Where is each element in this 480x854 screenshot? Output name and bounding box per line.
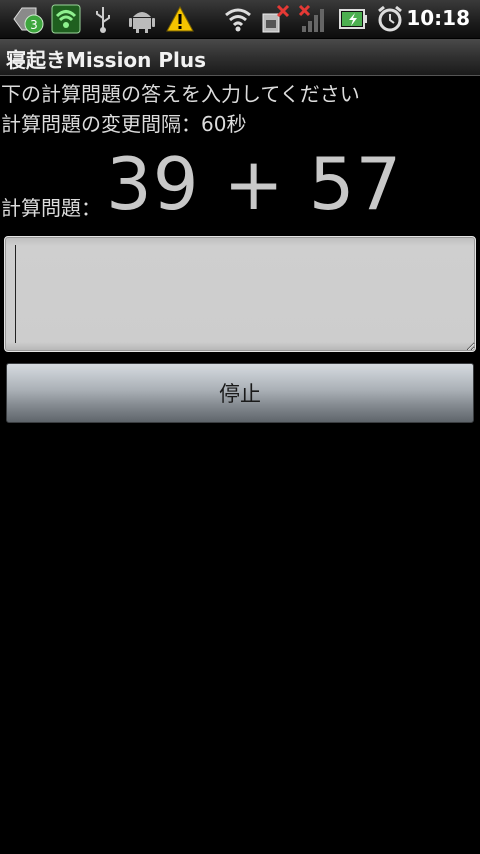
usb-icon[interactable]: [92, 4, 114, 34]
interval-text: 計算問題の変更間隔：60秒: [1, 112, 247, 136]
app-title: 寝起きMission Plus: [6, 48, 207, 72]
battery-charging-icon[interactable]: [338, 4, 368, 34]
status-time: 10:18: [406, 6, 470, 30]
signal-off-icon[interactable]: [298, 4, 326, 34]
answer-input[interactable]: [4, 236, 476, 352]
status-bar: 3 10:18: [0, 0, 480, 39]
android-icon[interactable]: [128, 4, 156, 34]
math-problem: 39 + 57: [106, 142, 403, 226]
notification-count: 3: [30, 18, 38, 32]
notification-badge-icon[interactable]: 3: [10, 4, 46, 34]
alarm-clock-icon[interactable]: [376, 4, 404, 34]
shield-icon[interactable]: [50, 4, 82, 34]
text-cursor: [15, 245, 16, 343]
app-screen: 3 10:18 寝起きMission Plus 下の計算問題の答えを入力してくだ…: [0, 0, 480, 854]
sim-error-icon[interactable]: [260, 4, 290, 34]
problem-label: 計算問題：: [1, 196, 101, 220]
stop-button-label: 停止: [219, 382, 261, 406]
instruction-text: 下の計算問題の答えを入力してください: [1, 82, 360, 106]
stop-button[interactable]: 停止: [6, 363, 474, 423]
app-title-bar: 寝起きMission Plus: [0, 39, 480, 76]
wifi-icon[interactable]: [224, 4, 252, 34]
warning-icon[interactable]: [166, 4, 194, 34]
